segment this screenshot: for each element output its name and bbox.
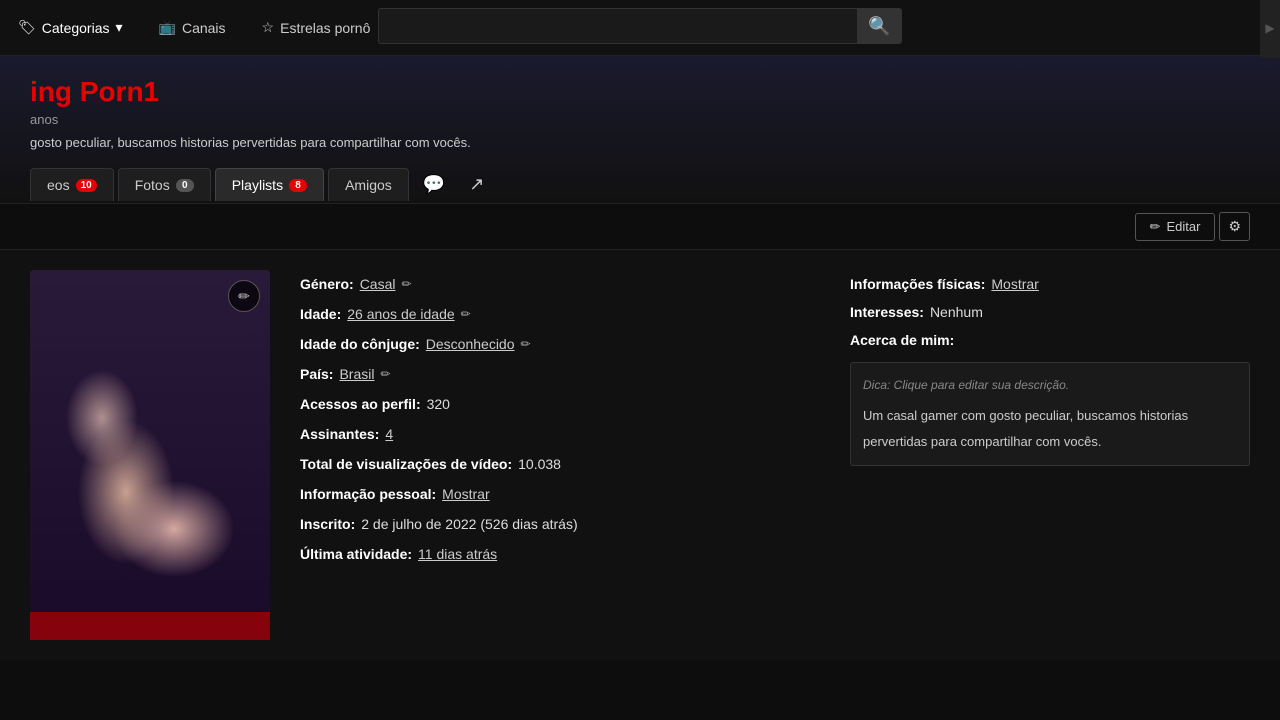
search-container: 🔍 <box>378 8 902 44</box>
tab-fotos[interactable]: Fotos 0 <box>118 168 211 201</box>
profile-description: gosto peculiar, buscamos historias perve… <box>30 135 1250 150</box>
settings-button[interactable]: ⚙ <box>1219 212 1250 241</box>
informacao-pessoal-value[interactable]: Mostrar <box>442 480 489 508</box>
tab-videos-badge: 10 <box>76 179 97 192</box>
description-box[interactable]: Dica: Clique para editar sua descrição. … <box>850 362 1250 466</box>
conjuge-value[interactable]: Desconhecido <box>426 330 515 358</box>
visualizacoes-value: 10.038 <box>518 450 561 478</box>
nav-canais[interactable]: 📺 Canais <box>141 0 244 56</box>
avatar-edit-button[interactable]: ✏ <box>228 280 260 312</box>
right-row-interesses: Interesses: Nenhum <box>850 298 1250 326</box>
avatar-bottom-bar <box>30 612 270 640</box>
profile-info: Género: Casal ✏ Idade: 26 anos de idade … <box>300 270 820 640</box>
search-input[interactable] <box>378 8 858 44</box>
top-navigation: 🏷 Categorias ▾ 📺 Canais ☆ Estrelas pornô… <box>0 0 1280 56</box>
profile-header: ing Porn1 anos gosto peculiar, buscamos … <box>0 56 1280 204</box>
nav-estrelas[interactable]: ☆ Estrelas pornô <box>244 0 389 56</box>
inscrito-value: 2 de julho de 2022 (526 dias atrás) <box>361 510 577 538</box>
info-row-pais: País: Brasil ✏ <box>300 360 820 388</box>
tab-amigos[interactable]: Amigos <box>328 168 409 201</box>
tab-playlists-label: Playlists <box>232 177 283 193</box>
search-button[interactable]: 🔍 <box>858 8 902 44</box>
profile-right-column: Informações físicas: Mostrar Interesses:… <box>850 270 1250 640</box>
pais-edit-icon[interactable]: ✏ <box>380 362 390 386</box>
tab-videos-label: eos <box>47 177 70 193</box>
informacoes-fisicas-value[interactable]: Mostrar <box>991 270 1038 298</box>
tab-playlists-badge: 8 <box>289 179 307 192</box>
interesses-value: Nenhum <box>930 298 983 326</box>
assinantes-value[interactable]: 4 <box>385 420 393 448</box>
tag-icon: 🏷 <box>18 19 36 36</box>
edit-button[interactable]: ✏ Editar <box>1135 213 1216 241</box>
pais-value[interactable]: Brasil <box>339 360 374 388</box>
idade-value[interactable]: 26 anos de idade <box>347 300 454 328</box>
tab-fotos-badge: 0 <box>176 179 194 192</box>
tab-share[interactable]: ↗ <box>459 166 494 203</box>
search-icon: 🔍 <box>868 16 890 37</box>
gear-icon: ⚙ <box>1228 218 1241 234</box>
info-row-acessos: Acessos ao perfil: 320 <box>300 390 820 418</box>
conjuge-edit-icon[interactable]: ✏ <box>521 332 531 356</box>
profile-body: ✏ Género: Casal ✏ Idade: 26 anos de idad… <box>0 250 1280 660</box>
acessos-value: 320 <box>427 390 450 418</box>
tab-fotos-label: Fotos <box>135 177 170 193</box>
tab-videos[interactable]: eos 10 <box>30 168 114 201</box>
description-hint: Dica: Clique para editar sua descrição. <box>863 373 1237 397</box>
info-row-visualizacoes: Total de visualizações de vídeo: 10.038 <box>300 450 820 478</box>
genero-value[interactable]: Casal <box>360 270 396 298</box>
profile-tabs: eos 10 Fotos 0 Playlists 8 Amigos 💬 ↗ <box>30 166 1250 203</box>
nav-categorias[interactable]: 🏷 Categorias ▾ <box>0 0 141 56</box>
description-text: Um casal gamer com gosto peculiar, busca… <box>863 403 1237 455</box>
tab-playlists[interactable]: Playlists 8 <box>215 168 324 201</box>
ultima-atividade-value[interactable]: 11 dias atrás <box>418 540 497 568</box>
scroll-indicator: ▶ <box>1260 0 1280 58</box>
right-row-acerca: Acerca de mim: <box>850 326 1250 354</box>
info-row-assinantes: Assinantes: 4 <box>300 420 820 448</box>
genero-edit-icon[interactable]: ✏ <box>401 272 411 296</box>
profile-subtitle: anos <box>30 112 1250 127</box>
star-icon: ☆ <box>262 19 275 36</box>
info-row-genero: Género: Casal ✏ <box>300 270 820 298</box>
tab-amigos-label: Amigos <box>345 177 392 193</box>
share-icon: ↗ <box>469 174 484 194</box>
edit-bar: ✏ Editar ⚙ <box>0 204 1280 250</box>
info-row-ultima-atividade: Última atividade: 11 dias atrás <box>300 540 820 568</box>
profile-title: ing Porn1 <box>30 76 1250 108</box>
message-icon: 💬 <box>423 174 445 194</box>
pencil-icon: ✏ <box>238 288 250 305</box>
tab-messages[interactable]: 💬 <box>413 166 455 203</box>
avatar-section: ✏ <box>30 270 270 640</box>
info-row-informacao-pessoal: Informação pessoal: Mostrar <box>300 480 820 508</box>
info-row-idade: Idade: 26 anos de idade ✏ <box>300 300 820 328</box>
idade-edit-icon[interactable]: ✏ <box>461 302 471 326</box>
info-row-inscrito: Inscrito: 2 de julho de 2022 (526 dias a… <box>300 510 820 538</box>
avatar <box>30 270 270 640</box>
right-row-informacoes-fisicas: Informações físicas: Mostrar <box>850 270 1250 298</box>
tv-icon: 📺 <box>159 19 176 36</box>
info-row-conjuge: Idade do cônjuge: Desconhecido ✏ <box>300 330 820 358</box>
chevron-down-icon: ▾ <box>115 19 122 36</box>
pencil-icon: ✏ <box>1150 219 1161 235</box>
